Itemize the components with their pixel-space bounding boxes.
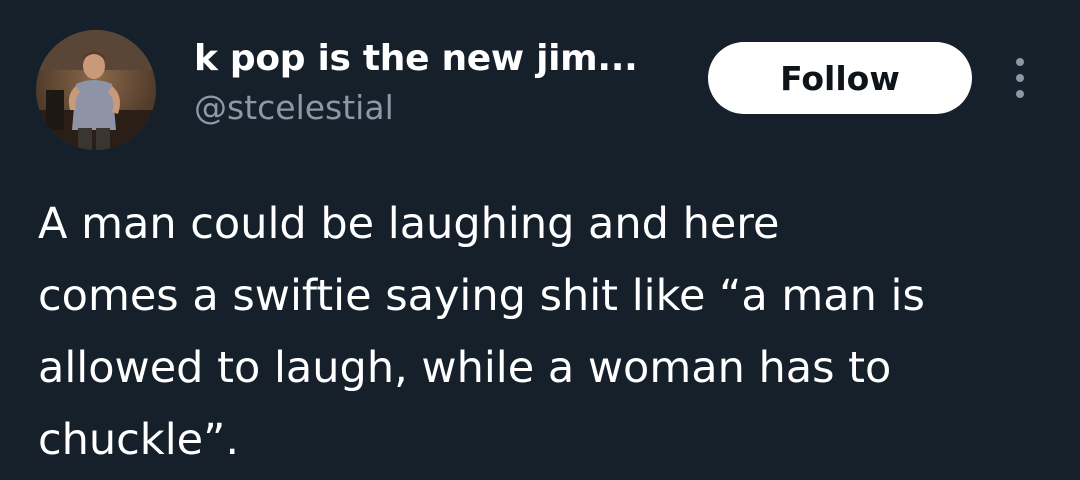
tweet-card: k pop is the new jim... @stcelestial Fol… bbox=[0, 0, 1080, 480]
display-name[interactable]: k pop is the new jim... bbox=[194, 38, 638, 79]
more-options-icon[interactable] bbox=[1006, 58, 1034, 98]
user-handle[interactable]: @stcelestial bbox=[194, 88, 394, 127]
profile-photo-icon bbox=[36, 30, 156, 150]
dot-icon bbox=[1016, 74, 1024, 82]
dot-icon bbox=[1016, 90, 1024, 98]
avatar[interactable] bbox=[36, 30, 156, 150]
tweet-text: A man could be laughing and here comes a… bbox=[38, 199, 925, 465]
dot-icon bbox=[1016, 58, 1024, 66]
follow-button[interactable]: Follow bbox=[708, 42, 972, 114]
